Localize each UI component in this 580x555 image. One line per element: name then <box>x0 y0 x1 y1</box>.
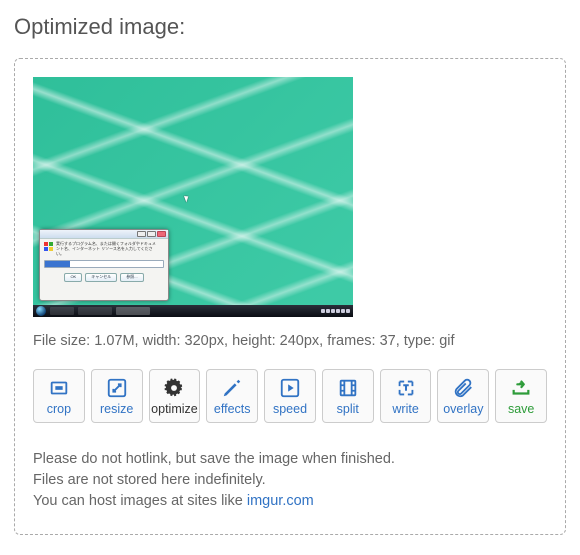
expand-icon <box>106 377 128 399</box>
optimize-button[interactable]: optimize <box>149 369 201 423</box>
overlay-label: overlay <box>443 402 483 416</box>
notice-line-1: Please do not hotlink, but save the imag… <box>33 449 547 470</box>
speed-button[interactable]: speed <box>264 369 316 423</box>
effects-button[interactable]: effects <box>206 369 258 423</box>
notice-line-3-prefix: You can host images at sites like <box>33 493 247 509</box>
write-button[interactable]: write <box>380 369 432 423</box>
notice-line-3: You can host images at sites like imgur.… <box>33 491 547 512</box>
toolbar: crop resize optimize effects speed <box>33 369 547 423</box>
result-panel: 実行するプログラム名、または開くフォルダやドキュメント名、インターネット リソー… <box>14 58 566 535</box>
text-frame-icon <box>395 377 417 399</box>
output-image[interactable]: 実行するプログラム名、または開くフォルダやドキュメント名、インターネット リソー… <box>33 77 353 317</box>
section-heading: Optimized image: <box>14 14 566 40</box>
crop-button[interactable]: crop <box>33 369 85 423</box>
split-button[interactable]: split <box>322 369 374 423</box>
crop-icon <box>48 377 70 399</box>
depicted-taskbar <box>33 305 353 317</box>
paperclip-icon <box>452 377 474 399</box>
resize-button[interactable]: resize <box>91 369 143 423</box>
imgur-link[interactable]: imgur.com <box>247 493 314 509</box>
effects-label: effects <box>214 402 251 416</box>
cursor-icon <box>184 195 190 203</box>
notice-line-2: Files are not stored here indefinitely. <box>33 470 547 491</box>
pencil-icon <box>221 377 243 399</box>
write-label: write <box>392 402 418 416</box>
file-info-text: File size: 1.07M, width: 320px, height: … <box>33 333 547 349</box>
depicted-dialog: 実行するプログラム名、または開くフォルダやドキュメント名、インターネット リソー… <box>39 229 169 301</box>
export-icon <box>510 377 532 399</box>
split-label: split <box>337 402 359 416</box>
notice-text: Please do not hotlink, but save the imag… <box>33 449 547 512</box>
overlay-button[interactable]: overlay <box>437 369 489 423</box>
optimize-label: optimize <box>151 402 198 416</box>
filmstrip-icon <box>337 377 359 399</box>
gear-icon <box>163 377 185 399</box>
speed-label: speed <box>273 402 307 416</box>
crop-label: crop <box>47 402 71 416</box>
resize-label: resize <box>100 402 133 416</box>
play-icon <box>279 377 301 399</box>
save-button[interactable]: save <box>495 369 547 423</box>
save-label: save <box>508 402 534 416</box>
